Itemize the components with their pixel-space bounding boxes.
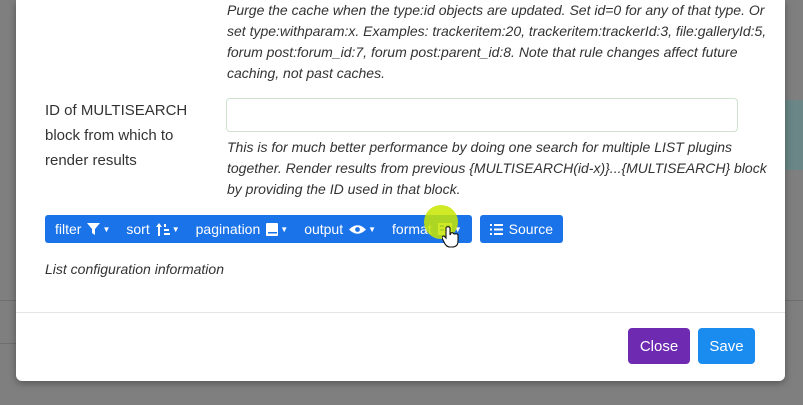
output-button[interactable]: output ▼: [296, 215, 384, 243]
chevron-down-icon: ▼: [280, 224, 289, 234]
book-icon: [266, 222, 279, 236]
eye-icon: [349, 224, 367, 235]
pagination-button[interactable]: pagination ▼: [188, 215, 297, 243]
modal-dialog: Purge the cache when the type:id objects…: [16, 0, 785, 381]
list-icon: [489, 223, 503, 235]
sort-label: sort: [126, 221, 150, 237]
hand-cursor-icon: [441, 226, 460, 253]
sort-icon: [155, 222, 170, 236]
multisearch-id-label: ID of MULTISEARCH block from which to re…: [45, 102, 188, 169]
chevron-down-icon: ▼: [171, 224, 180, 234]
filter-label: filter: [55, 221, 82, 237]
multisearch-id-input[interactable]: [226, 98, 738, 132]
source-button[interactable]: Source: [479, 215, 564, 243]
chevron-down-icon: ▼: [102, 224, 111, 234]
list-config-group: filter ▼ sort ▼ pagination ▼ output ▼ fo…: [45, 215, 472, 243]
sort-button[interactable]: sort ▼: [118, 215, 187, 243]
close-button[interactable]: Close: [628, 328, 690, 364]
background-divider: [784, 300, 803, 301]
save-button[interactable]: Save: [698, 328, 755, 364]
list-toolbar: filter ▼ sort ▼ pagination ▼ output ▼ fo…: [45, 215, 564, 243]
source-label: Source: [508, 221, 554, 237]
cache-help-text: Purge the cache when the type:id objects…: [227, 2, 767, 81]
multisearch-help-text: This is for much better performance by d…: [227, 139, 767, 197]
output-label: output: [304, 221, 344, 237]
modal-footer-divider: [16, 312, 785, 313]
background-panel: [784, 100, 803, 170]
chevron-down-icon: ▼: [368, 224, 377, 234]
list-config-info: List configuration information: [45, 261, 224, 277]
filter-icon: [87, 223, 101, 235]
filter-button[interactable]: filter ▼: [47, 215, 118, 243]
pagination-label: pagination: [195, 221, 261, 237]
